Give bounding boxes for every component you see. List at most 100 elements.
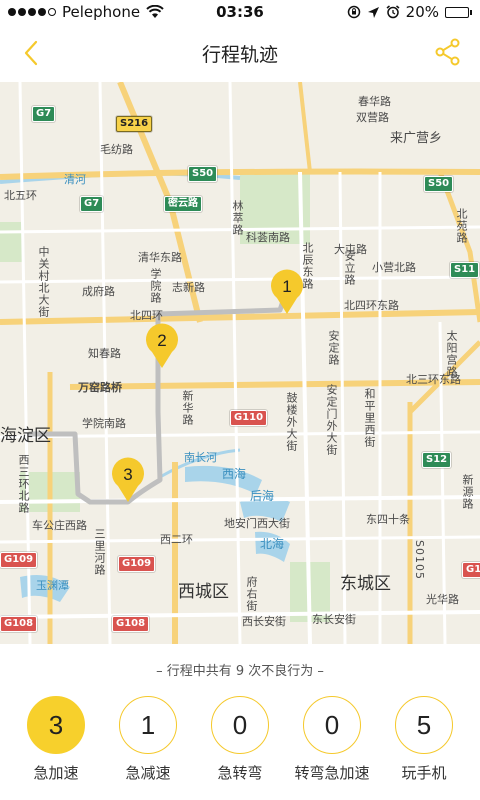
- map-label: 知春路: [88, 347, 121, 360]
- highway-shield: G108: [112, 616, 150, 632]
- stat-sharp-turn[interactable]: 0 急转弯: [200, 696, 280, 786]
- back-button[interactable]: [16, 38, 46, 68]
- rotation-lock-icon: [347, 5, 360, 19]
- map-label: 毛纺路: [100, 143, 133, 156]
- map-label: 光华路: [426, 593, 459, 606]
- stat-rapid-deceleration[interactable]: 1 急减速: [108, 696, 188, 786]
- stat-turn-acceleration[interactable]: 0 转弯急加速: [292, 696, 372, 786]
- map-label: 北五环: [4, 189, 37, 202]
- map-label: 成府路: [82, 285, 115, 298]
- alarm-icon: [386, 5, 400, 19]
- stat-count: 0: [211, 696, 269, 754]
- stat-rapid-acceleration[interactable]: 3 急加速: [16, 696, 96, 786]
- stat-label: 急减速: [125, 764, 171, 782]
- event-marker[interactable]: 1: [267, 268, 307, 316]
- map-label: 后海: [250, 489, 275, 503]
- stat-count: 0: [303, 696, 361, 754]
- map-label: 志新路: [172, 281, 205, 294]
- map-label: 新源路: [461, 474, 474, 510]
- map-label: 北苑路: [455, 208, 468, 244]
- map-label: 鼓楼外大街: [285, 392, 298, 452]
- highway-shield: G7: [80, 196, 104, 212]
- highway-shield: S50: [188, 166, 218, 182]
- map-label: 东城区: [340, 574, 391, 594]
- battery-percent: 20%: [405, 3, 439, 21]
- stat-count: 5: [395, 696, 453, 754]
- highway-shield: S216: [116, 116, 153, 132]
- map-label: 东四十条: [366, 513, 410, 526]
- event-marker[interactable]: 2: [142, 322, 182, 370]
- status-bar: Pelephone 03:36 20%: [0, 0, 480, 24]
- marker-number: 3: [123, 465, 133, 484]
- map-label: 春华路: [358, 95, 391, 108]
- signal-strength-icon: [8, 8, 56, 16]
- status-left: Pelephone: [8, 3, 164, 21]
- nav-bar: 行程轨迹: [0, 24, 480, 82]
- highway-shield: G109: [118, 556, 156, 572]
- map-label: 新华路: [181, 390, 194, 426]
- share-icon: [435, 38, 460, 66]
- stat-phone-use[interactable]: 5 玩手机: [384, 696, 464, 786]
- highway-shield: G109: [0, 552, 38, 568]
- highway-shield: G110: [230, 410, 268, 426]
- map-label: 海淀区: [0, 426, 51, 446]
- map-label: 东长安街: [312, 613, 356, 626]
- map-label: 府右街: [245, 576, 258, 612]
- share-button[interactable]: [432, 36, 464, 68]
- map-label: 安定路: [327, 330, 340, 366]
- highway-shield: S12: [422, 452, 452, 468]
- map-label: 万窑路桥: [78, 381, 122, 394]
- map-label: 西三环北路: [17, 454, 30, 514]
- highway-shield: S11: [450, 262, 480, 278]
- map-label: 北四环东路: [344, 299, 399, 312]
- map-label: 安立路: [343, 250, 356, 286]
- status-right: 20%: [347, 3, 472, 21]
- highway-shield: S50: [424, 176, 454, 192]
- map-label: 玉渊潭: [36, 579, 69, 592]
- map-label: 科荟南路: [246, 231, 290, 244]
- park-area: [0, 222, 24, 262]
- map-label: 太阳宫路: [445, 330, 458, 378]
- map-label: 学院南路: [82, 417, 126, 430]
- map-label: 清华东路: [138, 251, 182, 264]
- highway-shield: G108: [0, 616, 38, 632]
- wifi-icon: [146, 5, 164, 18]
- map-label: 西二环: [160, 533, 193, 546]
- map-label: 北四环: [130, 309, 163, 322]
- map-label: S0105: [413, 540, 426, 580]
- route-map[interactable]: 春华路 双营路 来广营乡 北五环 清河 毛纺路 林萃路 科荟南路 大屯路 北辰东…: [0, 82, 480, 644]
- map-label: 三里河路: [93, 528, 106, 576]
- stat-label: 玩手机: [401, 764, 447, 782]
- stat-count: 1: [119, 696, 177, 754]
- marker-number: 1: [282, 277, 292, 296]
- page-title: 行程轨迹: [201, 43, 278, 66]
- highway-shield: G1: [462, 562, 480, 578]
- expressway-s11: [437, 171, 480, 323]
- map-label: 中关村北大街: [37, 246, 50, 318]
- behavior-summary: – 行程中共有 9 次不良行为 –: [156, 664, 324, 679]
- street: [228, 82, 242, 644]
- event-marker[interactable]: 3: [108, 456, 148, 504]
- stat-label: 急加速: [33, 764, 79, 782]
- map-label: 清河: [64, 173, 86, 186]
- road-north: [298, 82, 312, 173]
- map-base: [0, 82, 480, 644]
- map-label: 林萃路: [231, 200, 244, 236]
- clock: 03:36: [216, 3, 264, 21]
- map-label: 南长河: [184, 451, 217, 464]
- map-label: 和平里西街: [363, 388, 376, 448]
- map-label: 北海: [260, 537, 285, 551]
- map-label: 西海: [222, 467, 247, 481]
- chevron-left-icon: [24, 40, 38, 66]
- marker-number: 2: [157, 331, 167, 350]
- street: [0, 275, 480, 284]
- highway-shield: G7: [32, 106, 56, 122]
- behavior-stats: 3 急加速 1 急减速 0 急转弯 0 转弯急加速 5 玩手机: [0, 696, 480, 786]
- map-label: 小营北路: [372, 261, 416, 274]
- location-arrow-icon: [367, 6, 379, 18]
- map-label: 西长安街: [242, 615, 286, 628]
- stat-label: 急转弯: [217, 764, 263, 782]
- map-label: 西城区: [178, 582, 229, 602]
- highway-shield: 密云路: [164, 196, 202, 212]
- carrier-name: Pelephone: [62, 3, 141, 21]
